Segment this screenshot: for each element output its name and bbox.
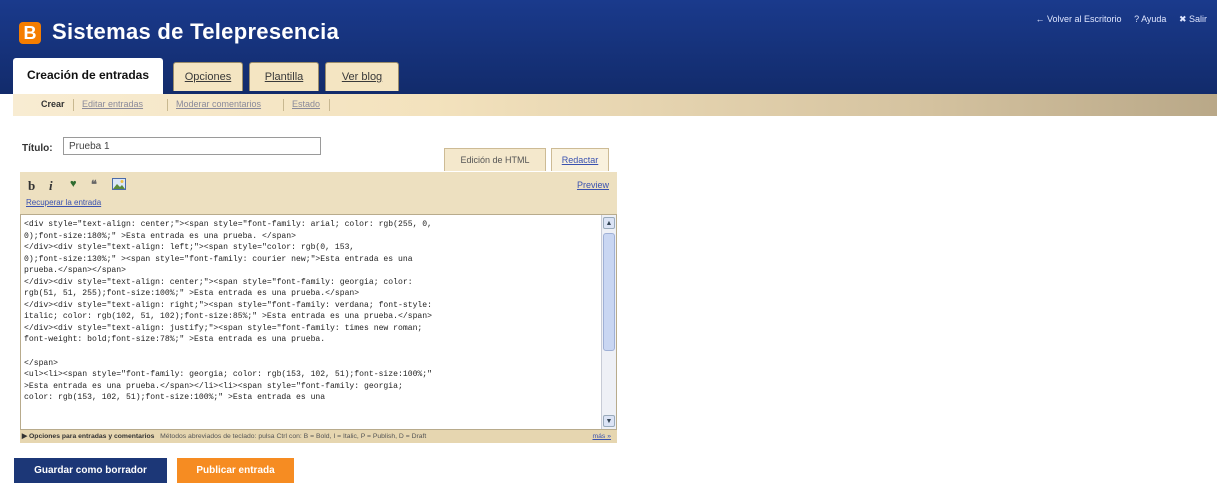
post-options-bar: ▶ Opciones para entradas y comentarios M… xyxy=(20,430,617,443)
logout-link[interactable]: ✖ Salir xyxy=(1179,14,1207,24)
title-label: Título: xyxy=(22,143,53,154)
save-draft-button[interactable]: Guardar como borrador xyxy=(14,458,167,483)
bold-icon[interactable]: b xyxy=(28,178,35,194)
sub-navigation: Crear Editar entradas Moderar comentario… xyxy=(13,94,1217,116)
post-options-toggle[interactable]: ▶ Opciones para entradas y comentarios xyxy=(22,433,155,440)
more-shortcuts-link[interactable]: más » xyxy=(592,430,611,443)
tab-settings[interactable]: Opciones xyxy=(173,62,243,91)
subnav-divider xyxy=(329,99,330,111)
keyboard-shortcuts-text: Métodos abreviados de teclado: pulsa Ctr… xyxy=(160,433,427,440)
preview-link[interactable]: Preview xyxy=(577,180,609,190)
post-body-textarea[interactable]: <div style="text-align: center;"><span s… xyxy=(24,219,596,404)
link-icon[interactable]: ♥ xyxy=(70,178,77,190)
subnav-divider xyxy=(167,99,168,111)
scroll-thumb[interactable] xyxy=(603,233,615,351)
top-links: ← Volver al Escritorio ? Ayuda ✖ Salir xyxy=(1026,14,1207,25)
tab-posting[interactable]: Creación de entradas xyxy=(13,58,163,95)
scroll-up-icon[interactable]: ▲ xyxy=(603,217,615,229)
publish-button[interactable]: Publicar entrada xyxy=(177,458,294,483)
subnav-create[interactable]: Crear xyxy=(41,99,65,109)
header: B Sistemas de Telepresencia ← Volver al … xyxy=(0,0,1217,95)
editor-toolbar: b i ♥ ❝ Preview Recuperar la entrada xyxy=(20,172,617,214)
recover-post-link[interactable]: Recuperar la entrada xyxy=(26,198,101,207)
tab-template[interactable]: Plantilla xyxy=(249,62,319,91)
tab-compose[interactable]: Redactar xyxy=(551,148,609,171)
italic-icon[interactable]: i xyxy=(49,178,53,194)
tab-view-blog[interactable]: Ver blog xyxy=(325,62,399,91)
subnav-status[interactable]: Estado xyxy=(292,99,320,109)
html-editor[interactable]: <div style="text-align: center;"><span s… xyxy=(20,214,617,430)
blog-title: Sistemas de Telepresencia xyxy=(52,19,340,44)
dashboard-link[interactable]: ← Volver al Escritorio xyxy=(1036,14,1122,24)
editor-scrollbar[interactable]: ▲ ▼ xyxy=(601,215,616,429)
tab-edit-html[interactable]: Edición de HTML xyxy=(444,148,546,171)
post-title-input[interactable]: Prueba 1 xyxy=(63,137,321,155)
subnav-divider xyxy=(283,99,284,111)
help-link[interactable]: ? Ayuda xyxy=(1134,14,1166,24)
quote-icon[interactable]: ❝ xyxy=(91,178,97,191)
subnav-edit-posts[interactable]: Editar entradas xyxy=(82,99,143,109)
scroll-down-icon[interactable]: ▼ xyxy=(603,415,615,427)
subnav-divider xyxy=(73,99,74,111)
subnav-moderate-comments[interactable]: Moderar comentarios xyxy=(176,99,261,109)
image-icon[interactable] xyxy=(112,178,126,193)
blogger-logo: B xyxy=(19,22,41,44)
